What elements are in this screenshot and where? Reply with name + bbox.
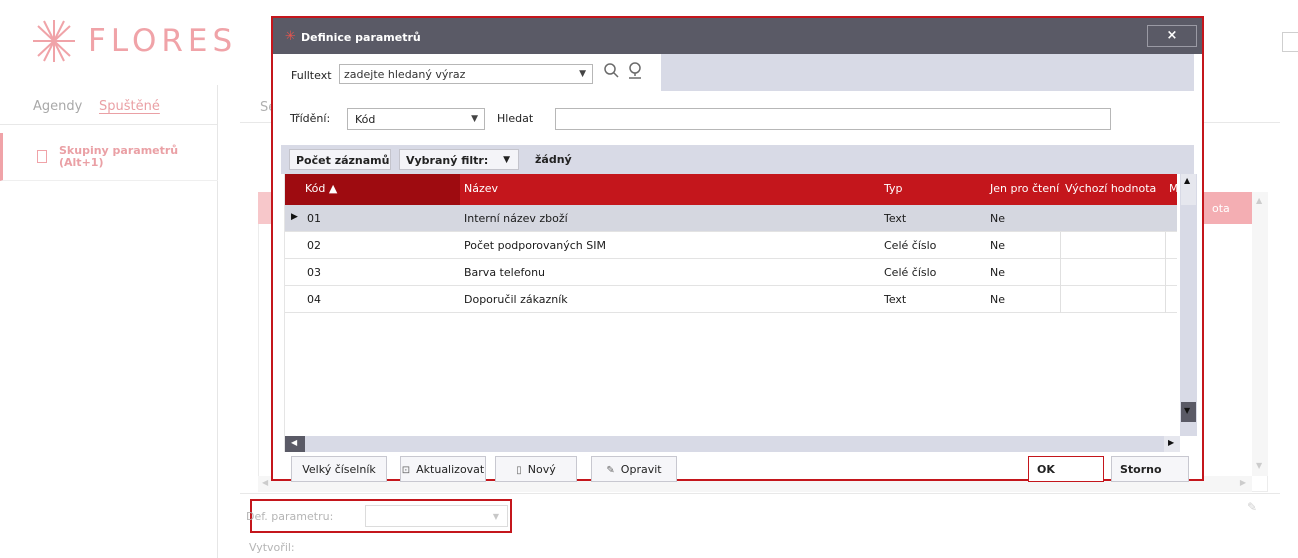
cell-typ: Text	[884, 293, 907, 306]
bg-column-header: ota	[1200, 192, 1252, 224]
fulltext-bar: Fulltext zadejte hledaný výraz ▼	[281, 54, 1194, 91]
pencil-icon[interactable]: ✎	[1247, 500, 1257, 514]
pocet-zaznamu-button[interactable]: Počet záznamů	[289, 149, 391, 170]
divider	[240, 493, 1280, 494]
flores-logo-icon: ✳	[285, 29, 296, 44]
trideni-value: Kód	[355, 113, 376, 126]
chevron-down-icon: ▼	[503, 155, 510, 165]
def-parametru-select[interactable]: ▼	[365, 505, 508, 527]
scroll-left-button[interactable]: ◀	[285, 436, 305, 452]
cell-nazev: Doporučil zákazník	[464, 293, 568, 306]
column-header-vychozi-hodnota[interactable]: Výchozí hodnota	[1065, 182, 1156, 195]
sidebar-tabs: Agendy Spuštěné	[0, 85, 217, 125]
vybrany-filtr-label: Vybraný filtr:	[406, 154, 489, 167]
column-header-nazev[interactable]: Název	[464, 182, 498, 195]
velky-ciselnik-button[interactable]: Velký číselník	[291, 456, 387, 482]
logo-text: FLORES	[88, 23, 238, 59]
vybrany-filtr-select[interactable]: Vybraný filtr: ▼	[399, 149, 519, 170]
parameters-grid: Kód ▲ Název Typ Jen pro čtení Výchozí ho…	[284, 174, 1197, 452]
cell-jen-pro-cteni: Ne	[990, 293, 1005, 306]
dialog-body: Fulltext zadejte hledaný výraz ▼ Třídění…	[281, 54, 1197, 482]
new-document-icon: ▯	[516, 465, 522, 476]
close-icon: ×	[1166, 28, 1178, 43]
fulltext-label: Fulltext	[291, 69, 332, 82]
aktualizovat-button[interactable]: ⊡ Aktualizovat	[400, 456, 486, 482]
scroll-down-button[interactable]: ▼	[1181, 402, 1196, 422]
fulltext-input[interactable]: zadejte hledaný výraz ▼	[339, 64, 593, 84]
scroll-down-icon: ▼	[1184, 406, 1191, 415]
opravit-button[interactable]: ✎ Opravit	[591, 456, 677, 482]
table-row[interactable]: ▶ 01 Interní název zboží Text Ne	[285, 205, 1177, 232]
filter-bar: Počet záznamů Vybraný filtr: ▼ žádný	[281, 145, 1194, 174]
bg-vertical-scrollbar[interactable]: ▲ ▼	[1252, 192, 1268, 476]
table-row[interactable]: 02 Počet podporovaných SIM Celé číslo Ne	[285, 232, 1177, 259]
column-header-kod[interactable]: Kód ▲	[305, 182, 337, 195]
cell-kod: 04	[307, 293, 321, 306]
cell-typ: Text	[884, 212, 907, 225]
save-icon[interactable]	[1282, 32, 1298, 52]
flores-logo-icon	[33, 20, 75, 62]
chevron-down-icon[interactable]: ▼	[579, 69, 586, 79]
chevron-down-icon: ▼	[471, 114, 478, 124]
cell-jen-pro-cteni: Ne	[990, 239, 1005, 252]
search-advanced-icon[interactable]	[627, 62, 645, 80]
close-button[interactable]: ×	[1147, 25, 1197, 47]
cell-nazev: Počet podporovaných SIM	[464, 239, 606, 252]
novy-label: Nový	[527, 463, 556, 476]
scroll-right-icon: ▶	[1168, 438, 1175, 447]
hledat-label: Hledat	[497, 112, 534, 125]
sidebar: Agendy Spuštěné Skupiny parametrů (Alt+1…	[0, 85, 218, 558]
cell-kod: 02	[307, 239, 321, 252]
cell-kod: 03	[307, 266, 321, 279]
row-pointer-icon: ▶	[291, 212, 298, 222]
filter-value: žádný	[535, 153, 572, 166]
hledat-input[interactable]	[555, 108, 1111, 130]
vytvoril-label: Vytvořil:	[249, 541, 295, 554]
aktualizovat-label: Aktualizovat	[416, 463, 485, 476]
scroll-up-icon[interactable]: ▲	[1184, 176, 1190, 185]
def-parametru-label: Def. parametru:	[246, 510, 334, 523]
column-header-m[interactable]: M	[1169, 182, 1179, 195]
grid-header: Kód ▲ Název Typ Jen pro čtení Výchozí ho…	[285, 174, 1179, 205]
opravit-label: Opravit	[620, 463, 662, 476]
dialog-title-bar[interactable]: ✳ Definice parametrů ×	[273, 18, 1202, 54]
cell-typ: Celé číslo	[884, 239, 937, 252]
document-icon	[37, 150, 47, 163]
column-header-jen-pro-cteni[interactable]: Jen pro čtení	[990, 182, 1059, 195]
cell-nazev: Interní název zboží	[464, 212, 568, 225]
grid-horizontal-scrollbar[interactable]: ◀ ▶	[285, 436, 1180, 452]
storno-button[interactable]: Storno	[1111, 456, 1189, 482]
trideni-label: Třídění:	[290, 112, 331, 125]
dialog-footer: Velký číselník ⊡ Aktualizovat ▯ Nový ✎ Opra…	[281, 452, 1194, 482]
cell-jen-pro-cteni: Ne	[990, 212, 1005, 225]
trideni-select[interactable]: Kód ▼	[347, 108, 485, 130]
sidebar-item-skupiny-parametru[interactable]: Skupiny parametrů (Alt+1)	[0, 133, 218, 181]
definice-parametru-dialog: ✳ Definice parametrů × Fulltext zadejte …	[271, 16, 1204, 482]
scroll-left-icon: ◀	[291, 438, 298, 447]
grid-vertical-scrollbar[interactable]: ▲ ▼	[1180, 174, 1197, 436]
table-row[interactable]: 03 Barva telefonu Celé číslo Ne	[285, 259, 1177, 286]
fulltext-placeholder: zadejte hledaný výraz	[344, 68, 466, 81]
search-icon[interactable]	[603, 62, 621, 80]
cell-nazev: Barva telefonu	[464, 266, 546, 279]
scroll-right-button[interactable]: ▶	[1164, 436, 1180, 452]
sidebar-item-label: Skupiny parametrů (Alt+1)	[59, 144, 179, 169]
chevron-down-icon: ▼	[492, 512, 499, 521]
cell-jen-pro-cteni: Ne	[990, 266, 1005, 279]
tab-agendy[interactable]: Agendy	[33, 99, 82, 114]
refresh-icon: ⊡	[401, 465, 411, 476]
tab-spustene[interactable]: Spuštěné	[99, 99, 160, 114]
ok-button[interactable]: OK	[1028, 456, 1104, 482]
edit-icon: ✎	[606, 465, 615, 476]
novy-button[interactable]: ▯ Nový	[495, 456, 577, 482]
dialog-title: Definice parametrů	[301, 31, 421, 44]
cell-kod: 01	[307, 212, 321, 225]
table-row[interactable]: 04 Doporučil zákazník Text Ne	[285, 286, 1177, 313]
cell-typ: Celé číslo	[884, 266, 937, 279]
flores-logo: FLORES	[30, 18, 270, 64]
column-header-typ[interactable]: Typ	[884, 182, 903, 195]
sort-ascending-icon: ▲	[328, 182, 338, 195]
